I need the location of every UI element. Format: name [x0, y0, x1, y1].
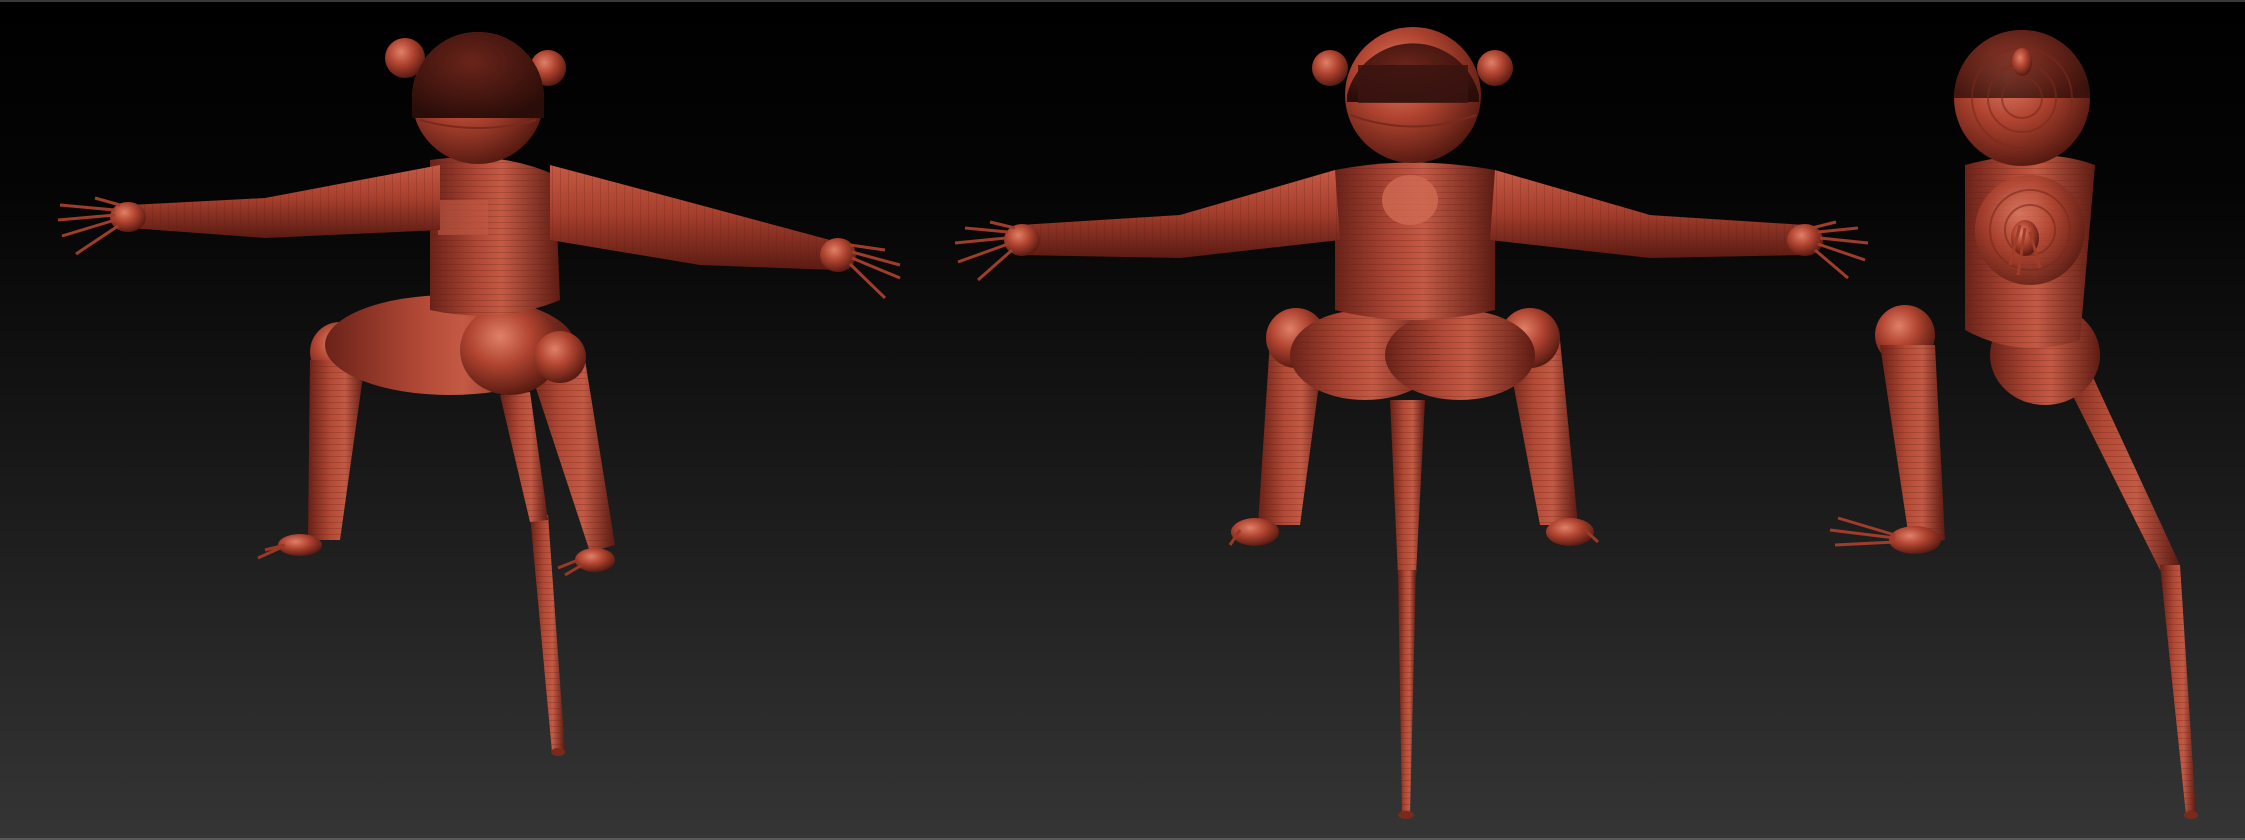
- left-arm: [1004, 170, 1340, 258]
- torso: [430, 157, 560, 316]
- right-hand: [848, 243, 901, 300]
- torso: [1335, 162, 1495, 320]
- front-leg: [1829, 305, 1945, 554]
- model-scene[interactable]: [0, 0, 2245, 840]
- left-hand: [954, 220, 1016, 282]
- left-hand: [57, 196, 121, 256]
- left-foot: [257, 534, 322, 560]
- center-lower-leg-thin: [1390, 400, 1425, 819]
- head: [385, 32, 566, 164]
- zbrush-canvas[interactable]: [0, 0, 2245, 840]
- right-arm: [1490, 170, 1823, 258]
- left-lower-leg-thin: [530, 515, 565, 756]
- head: [1954, 30, 2090, 166]
- body-side: [1965, 155, 2100, 405]
- right-foot: [557, 548, 615, 577]
- model-view-front[interactable]: [954, 27, 1869, 819]
- model-view-side[interactable]: [1829, 30, 2198, 819]
- left-arm: [110, 165, 440, 238]
- model-view-three-quarter[interactable]: [57, 32, 901, 756]
- head: [1312, 27, 1513, 163]
- right-arm: [550, 165, 856, 272]
- right-hand: [1811, 220, 1869, 280]
- back-leg: [2055, 360, 2198, 819]
